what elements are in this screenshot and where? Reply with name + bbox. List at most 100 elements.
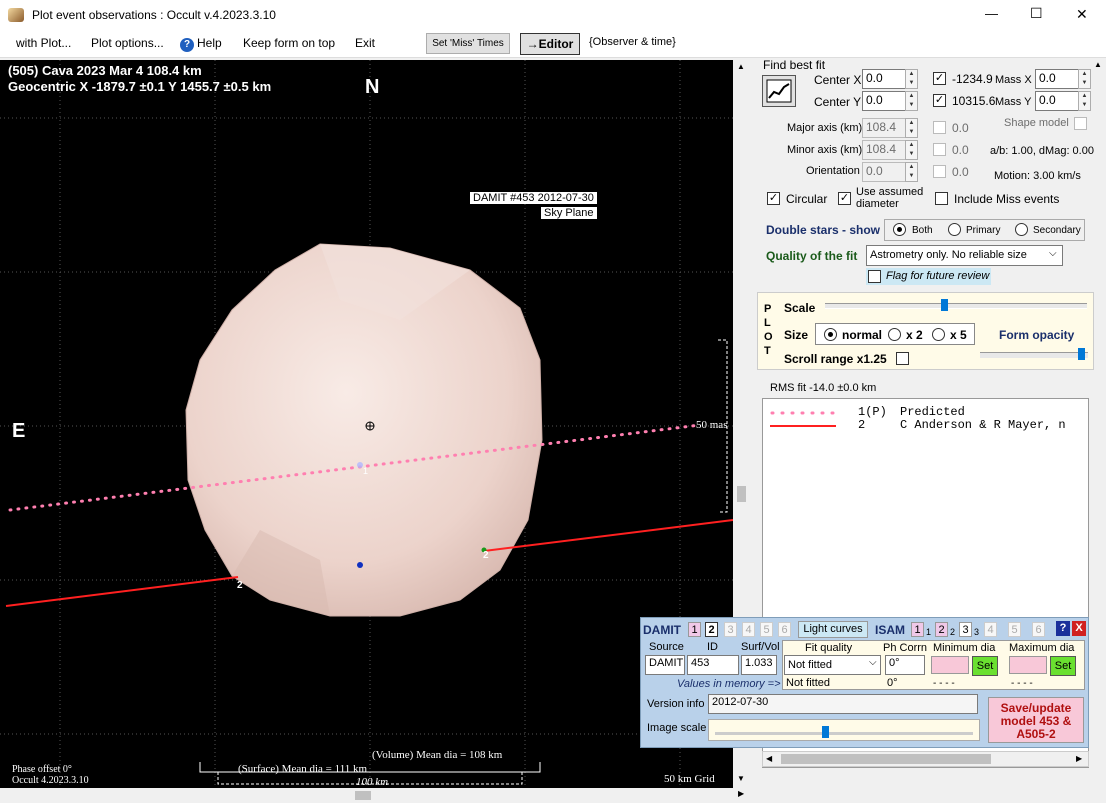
close-button[interactable]: ✕	[1076, 6, 1088, 23]
mass-y-input[interactable]: 0.0	[1035, 91, 1079, 111]
hscroll-thumb[interactable]	[355, 791, 371, 800]
major-axis-spinner[interactable]: ▲ ▼	[905, 118, 918, 138]
editor-button[interactable]: →Editor	[520, 33, 580, 55]
include-miss-checkbox[interactable]	[935, 192, 948, 205]
size-normal-radio[interactable]	[824, 328, 837, 341]
damit-tab-1[interactable]: 1	[688, 622, 701, 637]
right-scrollbar[interactable]: ▲	[1091, 60, 1105, 768]
secondary-label: Secondary	[1033, 225, 1081, 236]
mass-x-input[interactable]: 0.0	[1035, 69, 1079, 89]
center-y-input[interactable]: 0.0	[862, 91, 906, 111]
damit-help-button[interactable]: ?	[1056, 621, 1070, 636]
major-axis-checkbox[interactable]	[933, 121, 946, 134]
save-update-model-button[interactable]: Save/update model 453 & A505-2	[988, 697, 1084, 743]
secondary-radio[interactable]	[1015, 223, 1028, 236]
mass-y-spinner[interactable]: ▲ ▼	[1078, 91, 1091, 111]
version-info-field[interactable]: 2012-07-30	[708, 694, 978, 714]
isam-tab-3[interactable]: 3	[959, 622, 972, 637]
orientation-input[interactable]: 0.0	[862, 162, 906, 182]
damit-tab-5[interactable]: 5	[760, 622, 773, 637]
center-x-input[interactable]: 0.0	[862, 69, 906, 89]
minimize-button[interactable]: —	[985, 6, 998, 21]
isam-tab-5[interactable]: 5	[1008, 622, 1021, 637]
damit-close-button[interactable]: X	[1072, 621, 1086, 636]
isam-tab-1[interactable]: 1	[911, 622, 924, 637]
size-x2-radio[interactable]	[888, 328, 901, 341]
minor-axis-value: 0.0	[952, 143, 969, 157]
isam-tab-2[interactable]: 2	[935, 622, 948, 637]
flag-review-label: Flag for future review	[886, 270, 990, 282]
scale-slider[interactable]	[825, 299, 1087, 311]
mass-x-spinner[interactable]: ▲ ▼	[1078, 69, 1091, 89]
minor-axis-input[interactable]: 108.4	[862, 140, 906, 160]
menu-plot-options[interactable]: Plot options...	[91, 36, 164, 50]
primary-radio[interactable]	[948, 223, 961, 236]
menu-with-plot[interactable]: with Plot...	[16, 36, 71, 50]
id-field[interactable]: 453	[687, 655, 739, 675]
damit-tab-2[interactable]: 2	[705, 622, 718, 637]
min-dia-field[interactable]	[931, 656, 969, 674]
minor-axis-spinner[interactable]: ▲ ▼	[905, 140, 918, 160]
isam-tab-6[interactable]: 6	[1032, 622, 1045, 637]
center-x-checkbox[interactable]: ✓	[933, 72, 946, 85]
fit-quality-dropdown[interactable]: Not fitted ⌵	[784, 655, 881, 675]
source-field[interactable]: DAMIT	[645, 655, 685, 675]
orientation-spinner[interactable]: ▲ ▼	[905, 162, 918, 182]
opacity-slider-thumb[interactable]	[1078, 348, 1085, 360]
scale-slider-thumb[interactable]	[941, 299, 948, 311]
legend-hscroll-thumb[interactable]	[781, 754, 991, 764]
plot-svg	[0, 60, 733, 788]
both-radio[interactable]	[893, 223, 906, 236]
quality-dropdown[interactable]: Astrometry only. No reliable size ⌵	[866, 245, 1063, 266]
damit-tab-6[interactable]: 6	[778, 622, 791, 637]
ph-corr-field[interactable]: 0°	[885, 655, 925, 675]
maximize-button[interactable]: ☐	[1030, 5, 1043, 22]
major-axis-input[interactable]: 108.4	[862, 118, 906, 138]
shape-model-checkbox[interactable]	[1074, 117, 1087, 130]
surf-vol-field[interactable]: 1.033	[741, 655, 777, 675]
double-stars-label: Double stars - show	[766, 223, 881, 237]
major-axis-label: Major axis (km)	[787, 122, 863, 134]
set-miss-times-button[interactable]: Set 'Miss' Times	[426, 33, 510, 54]
center-x-spinner[interactable]: ▲ ▼	[905, 69, 918, 89]
damit-title: DAMIT	[643, 623, 681, 637]
light-curves-button[interactable]: Light curves	[798, 621, 868, 638]
menu-bar: with Plot... Plot options... ? Help Keep…	[0, 30, 1106, 58]
form-opacity-slider[interactable]	[980, 348, 1088, 360]
image-scale-thumb[interactable]	[822, 726, 829, 738]
find-best-fit-button[interactable]	[762, 75, 796, 107]
asteroid-title: (505) Cava 2023 Mar 4 108.4 km	[8, 63, 202, 78]
observer-time-label: {Observer & time}	[589, 36, 676, 48]
ph-corr-memory: 0°	[887, 677, 898, 689]
circular-checkbox[interactable]: ✓	[767, 192, 780, 205]
plot-horizontal-scrollbar[interactable]: ▶	[0, 788, 750, 803]
max-dia-set-button[interactable]: Set	[1050, 656, 1076, 676]
include-miss-label: Include Miss events	[954, 192, 1060, 206]
menu-exit[interactable]: Exit	[355, 36, 375, 50]
image-scale-slider[interactable]	[708, 719, 980, 741]
minor-axis-checkbox[interactable]	[933, 143, 946, 156]
isam-tab-4[interactable]: 4	[984, 622, 997, 637]
flag-review-checkbox[interactable]	[868, 270, 881, 283]
use-assumed-checkbox[interactable]: ✓	[838, 192, 851, 205]
center-y-spinner[interactable]: ▲ ▼	[905, 91, 918, 111]
min-dia-set-button[interactable]: Set	[972, 656, 998, 676]
damit-tab-3[interactable]: 3	[724, 622, 737, 637]
scroll-range-checkbox[interactable]	[896, 352, 909, 365]
max-dia-field[interactable]	[1009, 656, 1047, 674]
size-x5-label: x 5	[950, 328, 967, 342]
scale-label: Scale	[784, 301, 816, 315]
menu-help[interactable]: Help	[197, 36, 222, 50]
orientation-checkbox[interactable]	[933, 165, 946, 178]
window-title: Plot event observations : Occult v.4.202…	[32, 8, 276, 22]
vscroll-thumb[interactable]	[737, 486, 746, 502]
help-icon[interactable]: ?	[180, 36, 194, 52]
plot-canvas[interactable]: (505) Cava 2023 Mar 4 108.4 km Geocentri…	[0, 60, 733, 788]
legend-hscroll[interactable]: ◀ ▶	[762, 751, 1089, 767]
size-x5-radio[interactable]	[932, 328, 945, 341]
size-x2-label: x 2	[906, 328, 923, 342]
version-info-label: Version info	[647, 698, 705, 710]
menu-keep-on-top[interactable]: Keep form on top	[243, 36, 335, 50]
damit-tab-4[interactable]: 4	[742, 622, 755, 637]
center-y-checkbox[interactable]: ✓	[933, 94, 946, 107]
